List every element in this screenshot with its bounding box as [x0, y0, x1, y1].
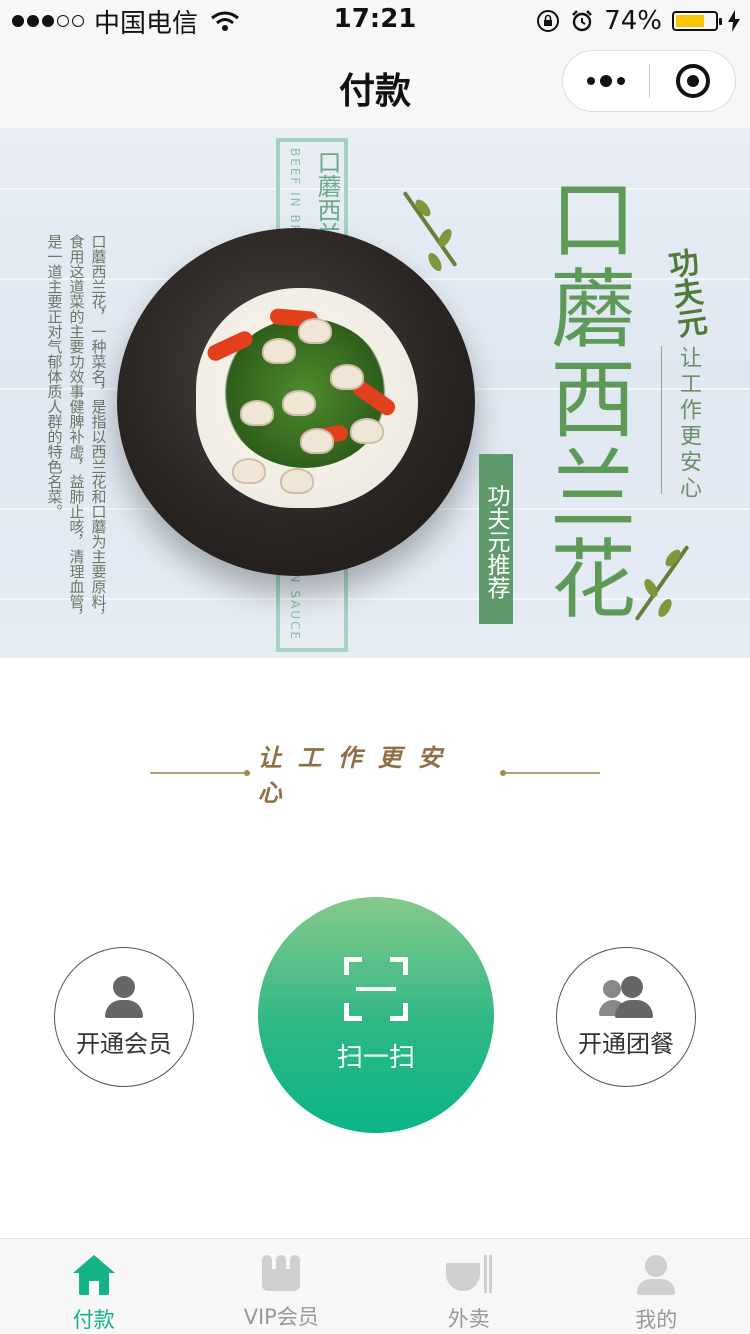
- battery-percent: 74%: [604, 6, 662, 36]
- crown-icon: [262, 1255, 301, 1291]
- tab-vip[interactable]: VIP会员: [188, 1239, 376, 1334]
- open-group-meal-button[interactable]: 开通团餐: [556, 947, 696, 1087]
- wood-grain-line: [0, 188, 750, 190]
- mushroom-slice: [232, 458, 266, 484]
- mushroom-slice: [300, 428, 334, 454]
- mushroom-slice: [240, 400, 274, 426]
- battery-icon: [672, 11, 722, 31]
- tab-label: VIP会员: [243, 1305, 319, 1329]
- divider-line: [150, 770, 250, 776]
- mushroom-slice: [350, 418, 384, 444]
- tab-takeout[interactable]: 外卖: [375, 1239, 563, 1334]
- mushroom-slice: [298, 318, 332, 344]
- banner-description-line: 食用这道菜的主要功效事健脾补虚，益肺止咳，清理血管，: [67, 234, 86, 624]
- banner-description-line: 是一道主要正对气郁体质人群的特色名菜。: [45, 234, 64, 519]
- mini-program-capsule: [562, 50, 736, 112]
- scan-button[interactable]: 扫一扫: [258, 897, 494, 1133]
- wood-grain-line: [0, 598, 750, 600]
- target-close-icon: [675, 64, 710, 98]
- herb-leaf: [435, 226, 455, 250]
- open-group-meal-label: 开通团餐: [578, 1029, 674, 1058]
- mushroom-slice: [282, 390, 316, 416]
- tab-label: 外卖: [447, 1307, 490, 1331]
- more-dot-icon: [600, 75, 612, 87]
- banner-english-subtitle: IN SAUCE: [288, 568, 302, 642]
- status-bar: 中国电信 17:21 74%: [0, 0, 750, 42]
- slogan-divider: 让工作更安心: [150, 743, 600, 807]
- close-mini-program-button[interactable]: [650, 51, 735, 111]
- banner-description-line: 口蘑西兰花，一种菜名，是指以西兰花和口蘑为主要原料，: [89, 234, 108, 624]
- person-icon: [636, 1255, 676, 1295]
- tab-label: 我的: [635, 1308, 678, 1332]
- person-icon: [104, 975, 144, 1018]
- herb-leaf: [425, 250, 445, 274]
- herb-leaf: [655, 596, 675, 620]
- divider-line: [500, 770, 600, 776]
- tab-bar: 付款 VIP会员 外卖 我的: [0, 1238, 750, 1334]
- battery-level-fill: [676, 15, 705, 27]
- tab-payment[interactable]: 付款: [0, 1239, 188, 1334]
- mushroom-slice: [280, 468, 314, 494]
- scan-label: 扫一扫: [336, 1042, 415, 1073]
- tab-label: 付款: [72, 1308, 115, 1332]
- alarm-icon: [572, 10, 593, 32]
- brand-logo: 功夫元: [660, 245, 709, 340]
- charging-icon: [728, 10, 740, 32]
- group-icon: [599, 975, 653, 1018]
- mushroom-slice: [262, 338, 296, 364]
- more-dot-icon: [587, 77, 595, 85]
- mushroom-slice: [330, 364, 364, 390]
- open-membership-label: 开通会员: [76, 1029, 172, 1058]
- bowl-icon: [445, 1255, 492, 1293]
- banner-slogan: 让工作更安心: [676, 346, 701, 502]
- navigation-bar: 付款: [0, 42, 750, 128]
- divider-slogan: 让工作更安心: [257, 743, 458, 807]
- tab-profile[interactable]: 我的: [563, 1239, 750, 1334]
- open-membership-button[interactable]: 开通会员: [54, 947, 194, 1087]
- payment-page: 中国电信 17:21 74% 付款 口蘑西兰花，一种菜名，是指以西兰花和口蘑为主…: [0, 0, 750, 1334]
- status-right: 74%: [536, 4, 740, 38]
- scan-icon: [344, 956, 408, 1021]
- home-icon: [72, 1255, 115, 1295]
- recommend-tag: 功夫元推荐: [479, 454, 513, 624]
- more-dot-icon: [617, 77, 625, 85]
- more-options-button[interactable]: [563, 51, 649, 111]
- rotation-lock-icon: [537, 10, 560, 32]
- banner-big-title: 口蘑西兰花: [534, 174, 635, 624]
- slogan-rule: [661, 346, 662, 494]
- promo-banner[interactable]: 口蘑西兰花，一种菜名，是指以西兰花和口蘑为主要原料， 食用这道菜的主要功效事健脾…: [0, 128, 750, 658]
